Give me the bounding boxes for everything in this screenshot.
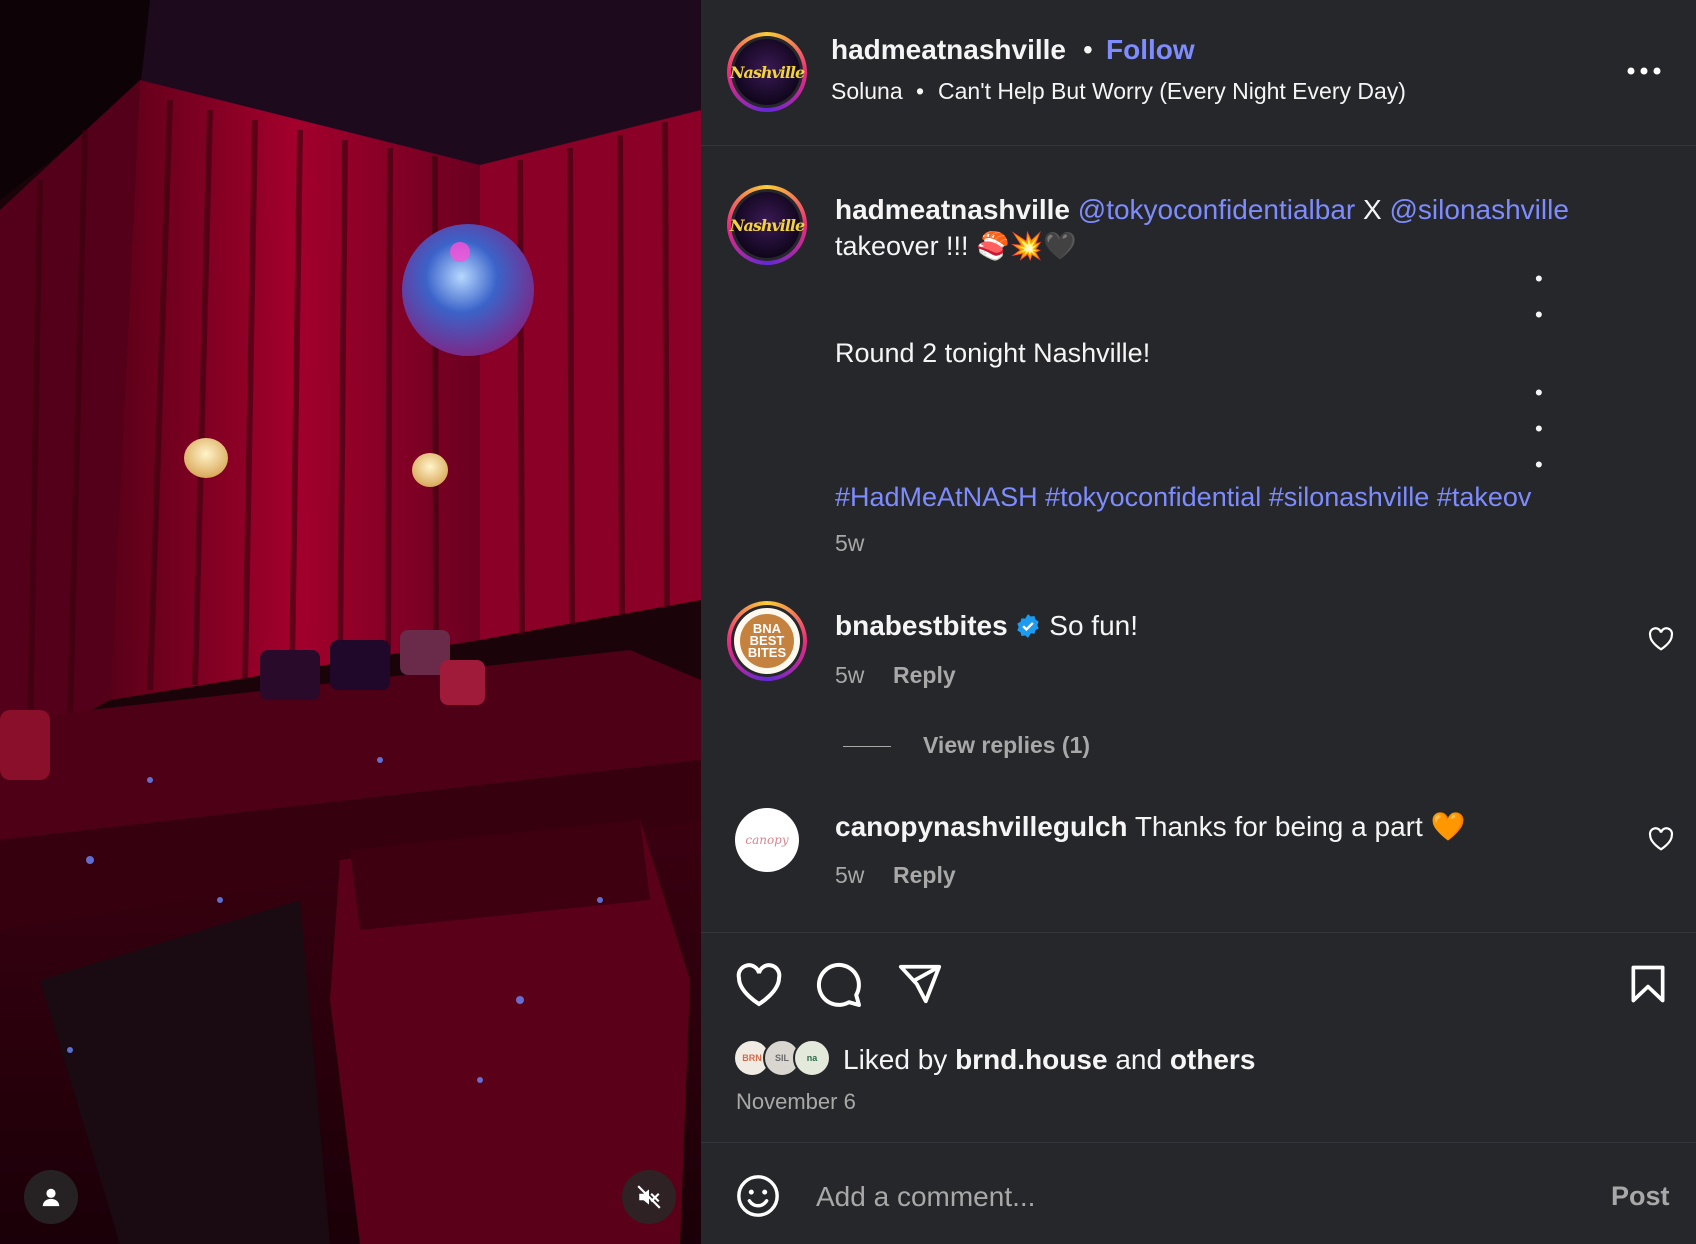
mention-tokyoconfidentialbar[interactable]: @tokyoconfidentialbar [1078, 194, 1355, 225]
reply-button[interactable]: Reply [893, 662, 956, 689]
caption-round: Round 2 tonight Nashville! [835, 338, 1151, 368]
liked-by-user[interactable]: brnd.house [955, 1044, 1107, 1075]
tagged-users-button[interactable] [24, 1170, 78, 1224]
author-avatar[interactable]: Nashville [727, 32, 807, 112]
header-username[interactable]: hadmeatnashville [831, 34, 1066, 66]
caption-bullet: • [1535, 416, 1543, 441]
comment-username[interactable]: canopynashvillegulch [835, 811, 1128, 842]
share-icon[interactable] [896, 961, 944, 1007]
emoji-icon[interactable] [735, 1173, 781, 1219]
comment-like-icon[interactable] [1648, 827, 1674, 851]
liked-by-line: Liked by brnd.house and others [843, 1044, 1255, 1076]
audio-artist[interactable]: Soluna [831, 78, 903, 105]
caption-first-line: hadmeatnashville @tokyoconfidentialbar X… [835, 194, 1569, 226]
comment-username[interactable]: bnabestbites [835, 610, 1008, 641]
heart-icon[interactable] [735, 963, 783, 1007]
comment-text: Thanks for being a part 🧡 [1134, 811, 1466, 842]
comment-input[interactable]: Add a comment... [816, 1181, 1035, 1213]
nashville-logo: Nashville [730, 39, 805, 105]
post-date[interactable]: November 6 [736, 1089, 856, 1115]
caption-time[interactable]: 5w [835, 530, 864, 557]
bookmark-icon[interactable] [1626, 962, 1670, 1006]
view-replies-button[interactable]: View replies (1) [923, 732, 1090, 759]
header-divider [701, 145, 1696, 146]
caption-bullet: • [1535, 302, 1543, 327]
post-media[interactable] [0, 0, 701, 1244]
comment-avatar-canopy[interactable]: canopy [735, 808, 799, 872]
comment-time[interactable]: 5w [835, 662, 864, 689]
comment-like-icon[interactable] [1648, 627, 1674, 651]
liked-by-and: and [1115, 1044, 1163, 1075]
comment-line: canopynashvillegulch Thanks for being a … [835, 810, 1465, 843]
reply-button[interactable]: Reply [893, 862, 956, 889]
header-separator: • [1083, 34, 1093, 65]
liked-by-avatar: na [793, 1039, 831, 1077]
liked-by-prefix: Liked by [843, 1044, 948, 1075]
mention-silonashville[interactable]: @silonashville [1390, 194, 1569, 225]
post-button[interactable]: Post [1611, 1181, 1670, 1212]
caption-hashtags[interactable]: #HadMeAtNASH #tokyoconfidential #silonas… [835, 482, 1531, 513]
more-icon[interactable] [1627, 64, 1661, 78]
mute-icon [637, 1185, 661, 1209]
liked-by-others[interactable]: others [1170, 1044, 1256, 1075]
verified-icon [1017, 614, 1040, 638]
post-detail-panel: Nashville hadmeatnashville • Follow Solu… [701, 0, 1696, 1244]
audio-separator: • [916, 78, 925, 104]
media-image [0, 0, 701, 1244]
follow-button[interactable]: Follow [1106, 34, 1195, 66]
caption-bullet: • [1535, 380, 1543, 405]
comment-line: bnabestbites So fun! [835, 610, 1138, 642]
comment-icon[interactable] [815, 961, 863, 1009]
actions-divider [701, 932, 1696, 933]
mute-button[interactable] [622, 1170, 676, 1224]
audio-track[interactable]: Can't Help But Worry (Every Night Every … [938, 78, 1406, 105]
bna-logo: BNA BEST BITES [740, 614, 794, 668]
caption-connector: X [1363, 194, 1382, 225]
caption-username[interactable]: hadmeatnashville [835, 194, 1070, 225]
nashville-logo: Nashville [730, 192, 805, 258]
caption-takeover: takeover !!! 🍣💥🖤 [835, 231, 1077, 261]
caption-bullet: • [1535, 266, 1543, 291]
comment-time[interactable]: 5w [835, 862, 864, 889]
comment-text: So fun! [1049, 610, 1138, 641]
user-icon [42, 1188, 60, 1207]
comment-avatar-bnabestbites[interactable]: BNA BEST BITES [727, 601, 807, 681]
caption-bullet: • [1535, 452, 1543, 477]
caption-avatar[interactable]: Nashville [727, 185, 807, 265]
replies-line [843, 746, 891, 747]
comment-box-divider [701, 1142, 1696, 1143]
